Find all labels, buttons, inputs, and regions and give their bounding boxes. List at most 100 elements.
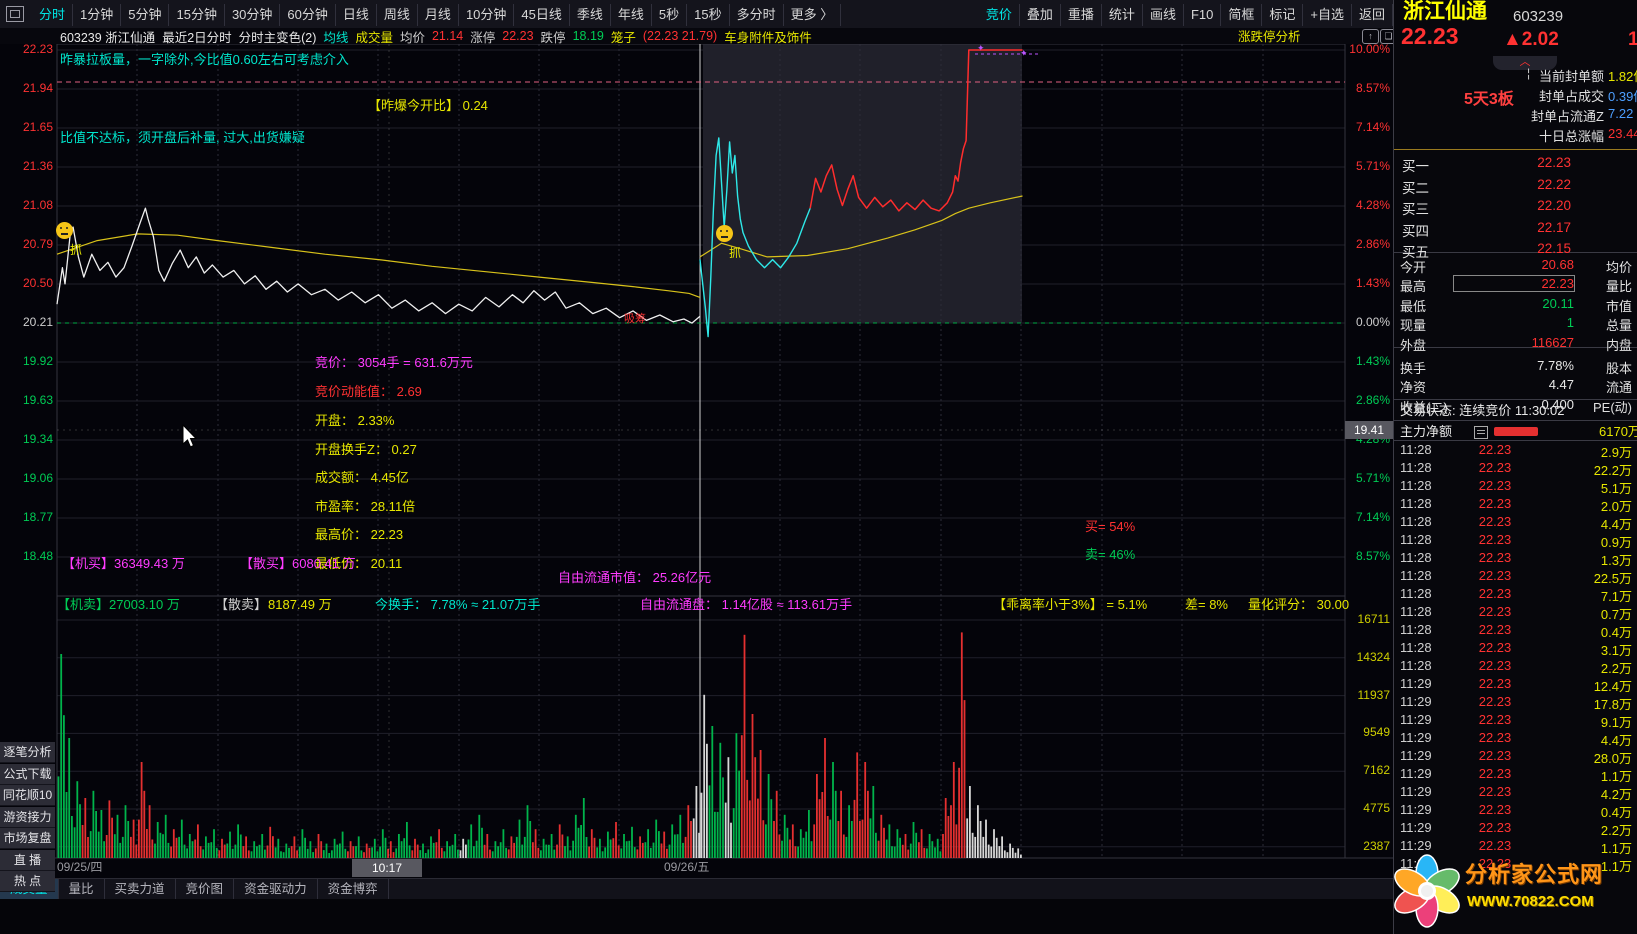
percent-axis-label: 2.86% <box>1355 393 1390 407</box>
sidebar-item-公式下载[interactable]: 公式下载 <box>0 763 55 785</box>
bottom-tab-竞价图[interactable]: 竞价图 <box>176 879 235 900</box>
toolbar-period-年线[interactable]: 年线 <box>611 3 652 26</box>
infobar-segment: 均线 <box>323 30 349 45</box>
indicator-tab-bar: 成交量量比买卖力道竞价图资金驱动力资金博弈 <box>0 878 1393 900</box>
chart-annotation: 【乖离率小于3%】 = 5.1% <box>993 597 1148 612</box>
window-grid-icon[interactable] <box>6 6 24 22</box>
stat-label-secondary[interactable]: 市值 <box>1544 296 1632 315</box>
tick-time: 11:28 <box>1400 550 1432 565</box>
tick-row[interactable]: 11:28 22.23 5.1万 <box>1394 478 1637 496</box>
tick-row[interactable]: 11:28 22.23 0.4万 <box>1394 622 1637 640</box>
toolbar-period-10分钟[interactable]: 10分钟 <box>459 3 515 26</box>
tick-row[interactable]: 11:28 22.23 0.9万 <box>1394 532 1637 550</box>
tick-row[interactable]: 11:29 22.23 12.4万 <box>1394 676 1637 694</box>
stat-label-secondary[interactable]: 股本 <box>1544 358 1632 377</box>
tick-price: 22.23 <box>1478 766 1512 781</box>
toolbar-period-周线[interactable]: 周线 <box>377 3 418 26</box>
tick-row[interactable]: 11:28 22.23 2.0万 <box>1394 496 1637 514</box>
bottom-tab-量比[interactable]: 量比 <box>59 879 105 900</box>
tick-row[interactable]: 11:29 22.23 1.1万 <box>1394 766 1637 784</box>
tick-row[interactable]: 11:28 22.23 22.5万 <box>1394 568 1637 586</box>
stat-label-secondary[interactable]: PE(动) <box>1544 397 1632 416</box>
chart-annotation: 【昨爆今开比】 0.24 <box>368 98 488 113</box>
tick-row[interactable]: 11:29 22.23 17.8万 <box>1394 694 1637 712</box>
chart-annotation: 【散买】6080.41 万 <box>240 556 356 571</box>
bottom-tab-资金驱动力[interactable]: 资金驱动力 <box>234 879 318 900</box>
toolbar-action-竞价[interactable]: 竞价 <box>979 3 1020 26</box>
toolbar-action-叠加[interactable]: 叠加 <box>1020 3 1061 26</box>
flower-logo <box>1394 854 1460 928</box>
chart-annotation: 自由流通市值： 25.26亿元 <box>558 570 712 585</box>
toolbar-period-多分时[interactable]: 多分时 <box>730 3 784 26</box>
toolbar-period-15秒[interactable]: 15秒 <box>687 3 730 26</box>
tick-row[interactable]: 11:29 22.23 9.1万 <box>1394 712 1637 730</box>
tick-row[interactable]: 11:28 22.23 2.9万 <box>1394 442 1637 460</box>
seal-row-label: 封单占流通Z <box>1531 109 1604 124</box>
sidebar-item-逐笔分析[interactable]: 逐笔分析 <box>0 742 55 763</box>
toolbar-action-重播[interactable]: 重播 <box>1061 3 1102 26</box>
sidebar-item-热点[interactable]: 热 点 <box>0 871 55 892</box>
tick-row[interactable]: 11:28 22.23 7.1万 <box>1394 586 1637 604</box>
toolbar-period-45日线[interactable]: 45日线 <box>514 3 570 26</box>
stat-label-secondary[interactable]: 量比 <box>1544 276 1632 295</box>
toolbar-period-分时[interactable]: 分时 <box>32 3 74 26</box>
stat-label: 换手 <box>1400 361 1427 376</box>
toolbar-period-5分钟[interactable]: 5分钟 <box>121 3 170 26</box>
toolbar-action-画线[interactable]: 画线 <box>1143 3 1184 26</box>
toolbar-period-60分钟[interactable]: 60分钟 <box>280 3 336 26</box>
stat-label-secondary[interactable]: 流通 <box>1544 377 1632 396</box>
sidebar-item-游资接力[interactable]: 游资接力 <box>0 806 55 828</box>
infobar-segment: 21.14 <box>431 29 464 43</box>
tick-row[interactable]: 11:28 22.23 4.4万 <box>1394 514 1637 532</box>
stat-label-secondary[interactable]: 内盘 <box>1544 335 1632 354</box>
sidebar-item-直播[interactable]: 直 播 <box>0 849 55 871</box>
toolbar-action-+自选[interactable]: +自选 <box>1303 3 1352 26</box>
tick-row[interactable]: 11:29 22.23 4.4万 <box>1394 730 1637 748</box>
tick-row[interactable]: 11:28 22.23 2.2万 <box>1394 658 1637 676</box>
bottom-tab-资金博弈[interactable]: 资金博弈 <box>318 879 389 900</box>
bottom-tab-买卖力道[interactable]: 买卖力道 <box>105 879 176 900</box>
toolbar-action-统计[interactable]: 统计 <box>1102 3 1143 26</box>
toolbar-period-日线[interactable]: 日线 <box>336 3 377 26</box>
tick-price: 22.23 <box>1478 514 1512 529</box>
tick-row[interactable]: 11:29 22.23 28.0万 <box>1394 748 1637 766</box>
quote-panel: 浙江仙通 603239 22.23 ▲2.02 1 ︿ 5天3板 ¦ 交易状态:… <box>1393 0 1637 934</box>
tick-row[interactable]: 11:28 22.23 22.2万 <box>1394 460 1637 478</box>
toolbar-period-15分钟[interactable]: 15分钟 <box>169 3 225 26</box>
percent-axis-label: 8.57% <box>1355 549 1390 563</box>
collapse-up-icon[interactable]: ↑ <box>1362 29 1379 44</box>
toolbar-period-1分钟[interactable]: 1分钟 <box>73 3 122 26</box>
stock-name[interactable]: 浙江仙通 <box>1403 1 1487 22</box>
tick-row[interactable]: 11:29 22.23 4.2万 <box>1394 784 1637 802</box>
tick-row[interactable]: 11:29 22.23 0.4万 <box>1394 802 1637 820</box>
toolbar-action-标记[interactable]: 标记 <box>1262 3 1304 26</box>
tick-row[interactable]: 11:28 22.23 0.7万 <box>1394 604 1637 622</box>
tick-row[interactable]: 11:28 22.23 3.1万 <box>1394 640 1637 658</box>
smiley-eye <box>60 227 62 229</box>
tick-volume: 9.1万 <box>1600 715 1632 730</box>
toolbar-period-月线[interactable]: 月线 <box>418 3 459 26</box>
toolbar-period-季线[interactable]: 季线 <box>570 3 611 26</box>
volume-axis-label: 2387 <box>1363 838 1390 853</box>
tick-row[interactable]: 11:29 22.23 2.2万 <box>1394 820 1637 838</box>
chart-annotation: 【机卖】27003.10 万 <box>57 597 180 612</box>
stat-label-secondary[interactable]: 均价 <box>1544 257 1632 276</box>
stat-label-secondary[interactable]: 总量 <box>1544 315 1632 334</box>
limit-analysis-link[interactable]: 涨跌停分析 <box>1238 30 1301 45</box>
sidebar-item-同花顺10[interactable]: 同花顺10 <box>0 785 55 806</box>
list-icon[interactable] <box>1474 426 1488 439</box>
toolbar-period-更多 〉[interactable]: 更多 〉 <box>784 3 842 26</box>
main-net-label[interactable]: 主力净额 <box>1400 424 1452 439</box>
toolbar-action-F10[interactable]: F10 <box>1184 3 1222 26</box>
toolbar-action-返回[interactable]: 返回 <box>1352 3 1393 26</box>
tick-price: 22.23 <box>1478 622 1512 637</box>
infobar-segment: 涨停 <box>470 30 496 45</box>
toolbar-period-30分钟[interactable]: 30分钟 <box>225 3 281 26</box>
toolbar-action-简框[interactable]: 简框 <box>1221 3 1263 26</box>
percent-axis-label: 8.57% <box>1355 81 1390 95</box>
infobar-segment: 均价 <box>399 30 425 45</box>
toolbar-period-5秒[interactable]: 5秒 <box>652 3 688 26</box>
stock-code: 603239 <box>1513 8 1564 25</box>
tick-row[interactable]: 11:28 22.23 1.3万 <box>1394 550 1637 568</box>
sidebar-item-市场复盘[interactable]: 市场复盘 <box>0 828 55 849</box>
